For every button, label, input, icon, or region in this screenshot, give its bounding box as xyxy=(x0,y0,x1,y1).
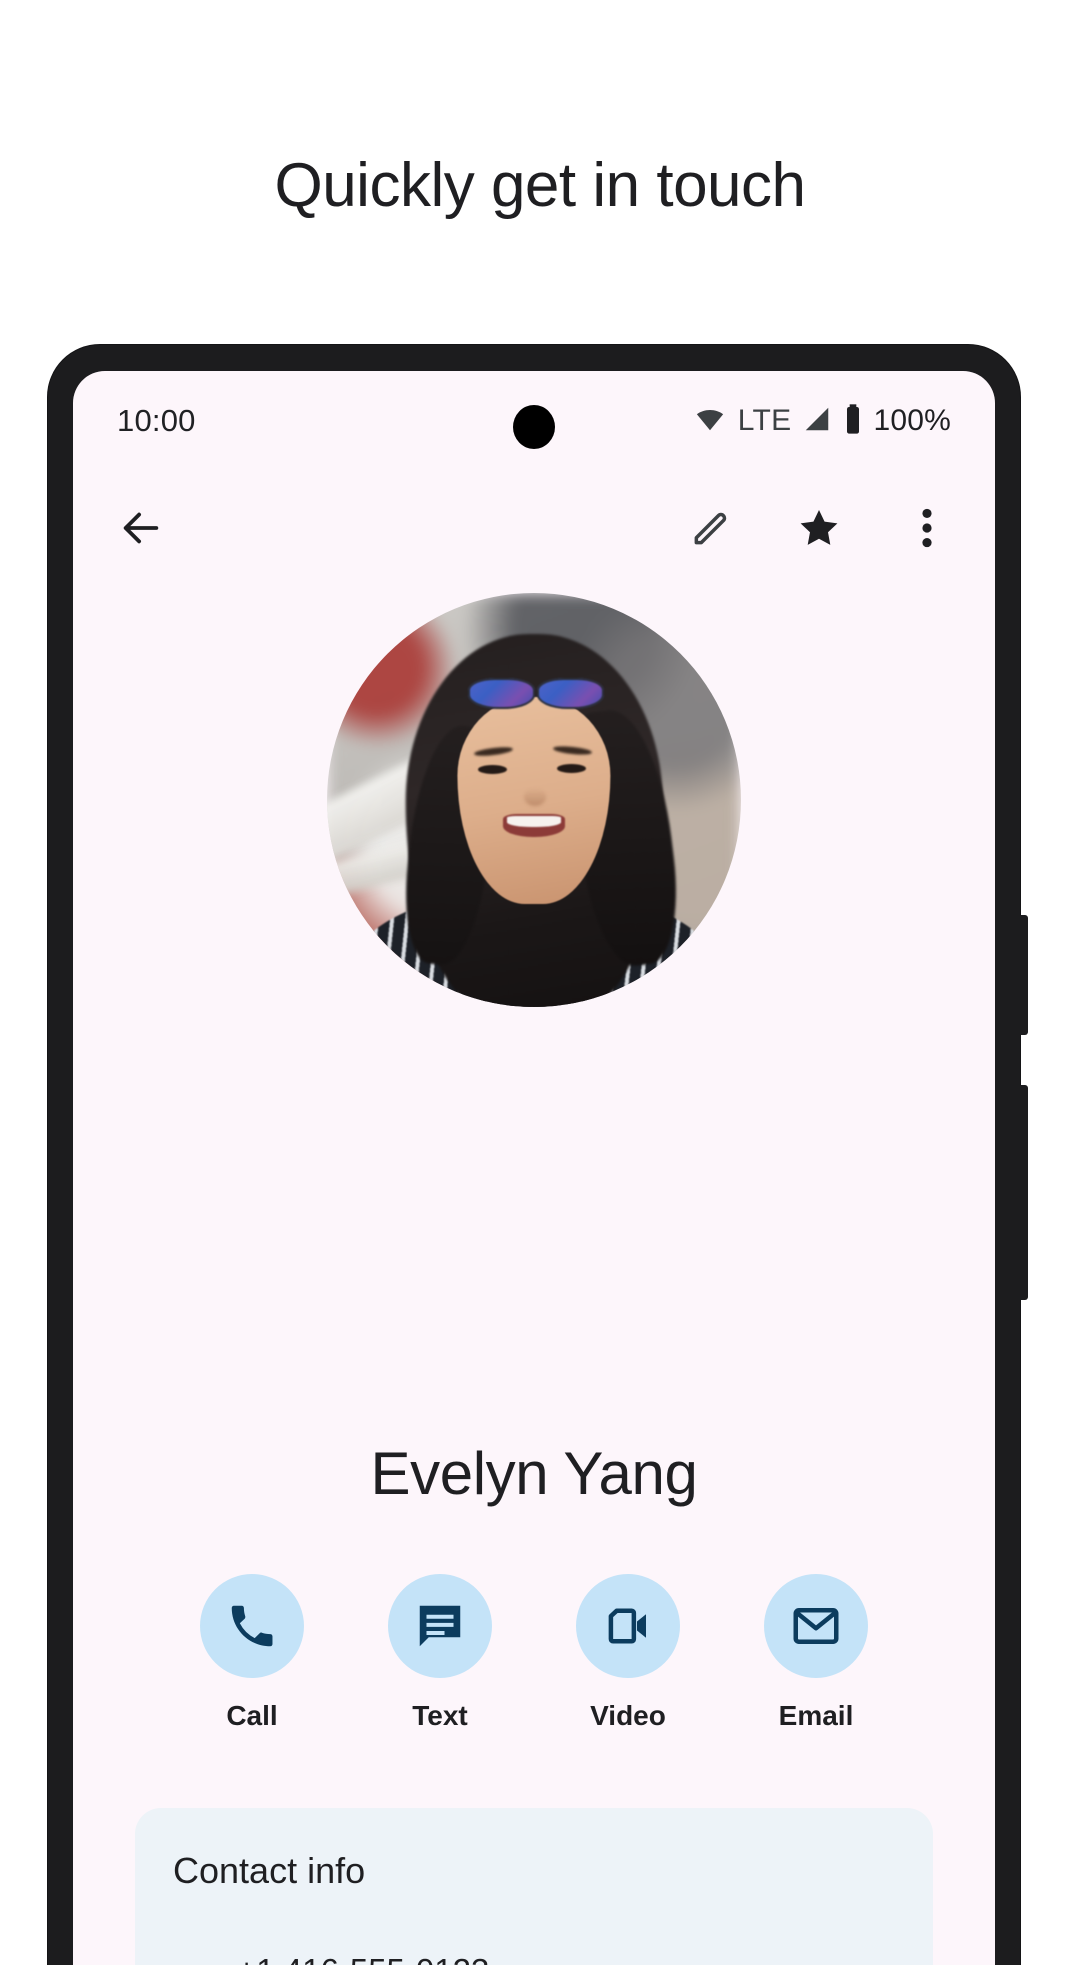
quick-action-text[interactable]: Text xyxy=(386,1574,494,1732)
pencil-edit-icon[interactable] xyxy=(683,500,739,556)
contact-name: Evelyn Yang xyxy=(73,1439,995,1508)
video-camera-icon xyxy=(576,1574,680,1678)
wifi-icon xyxy=(692,404,728,439)
front-camera-punch-hole xyxy=(513,405,555,449)
phone-number: +1 416-555-0123 xyxy=(237,1952,723,1965)
message-icon xyxy=(388,1574,492,1678)
contact-info-row-phone[interactable]: +1 416-555-0123 Mobile xyxy=(135,1932,933,1965)
back-arrow-icon[interactable] xyxy=(113,500,169,556)
contact-photo xyxy=(327,593,741,1007)
contact-info-title: Contact info xyxy=(173,1850,365,1892)
quick-actions-row: Call Text Video xyxy=(73,1574,995,1732)
quick-action-label: Email xyxy=(779,1700,854,1732)
quick-action-email[interactable]: Email xyxy=(762,1574,870,1732)
status-time: 10:00 xyxy=(117,403,196,439)
status-bar: 10:00 LTE 100% xyxy=(73,371,995,471)
battery-icon xyxy=(843,403,863,440)
phone-device-frame: 10:00 LTE 100% xyxy=(48,345,1020,1965)
quick-action-video[interactable]: Video xyxy=(574,1574,682,1732)
status-indicators: LTE 100% xyxy=(692,403,951,440)
quick-action-label: Call xyxy=(226,1700,277,1732)
phone-screen: 10:00 LTE 100% xyxy=(73,371,995,1965)
avatar[interactable] xyxy=(327,593,741,1007)
network-type-label: LTE xyxy=(738,404,792,438)
phone-icon xyxy=(200,1574,304,1678)
promo-headline: Quickly get in touch xyxy=(0,150,1080,221)
quick-action-label: Text xyxy=(412,1700,468,1732)
contact-info-card: Contact info +1 416-555-0123 Mobile xyxy=(135,1808,933,1965)
toolbar-actions xyxy=(683,500,955,556)
phone-row-text: +1 416-555-0123 Mobile xyxy=(237,1952,723,1965)
volume-button[interactable] xyxy=(1016,1085,1028,1300)
envelope-icon xyxy=(764,1574,868,1678)
app-toolbar xyxy=(73,473,995,583)
quick-action-label: Video xyxy=(590,1700,666,1732)
more-vertical-icon[interactable] xyxy=(899,500,955,556)
quick-action-call[interactable]: Call xyxy=(198,1574,306,1732)
cell-signal-icon xyxy=(801,404,833,439)
star-filled-icon[interactable] xyxy=(791,500,847,556)
power-button[interactable] xyxy=(1016,915,1028,1035)
battery-percent-label: 100% xyxy=(873,404,951,438)
